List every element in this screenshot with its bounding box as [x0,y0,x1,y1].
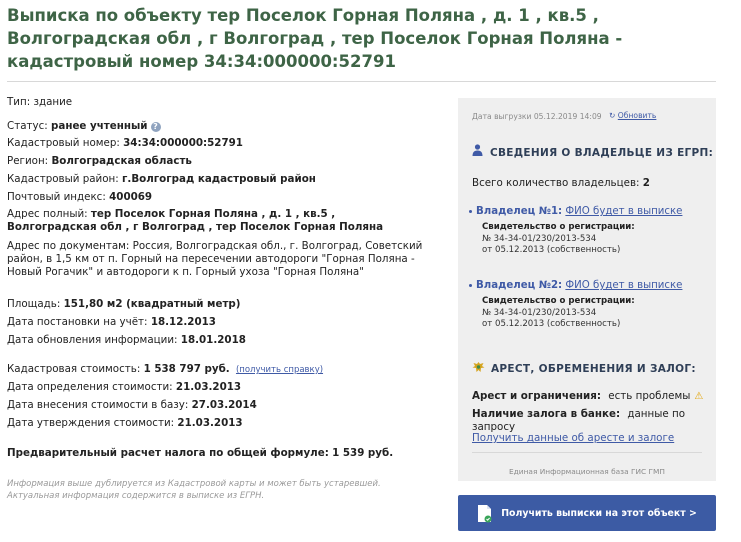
type-value: здание [33,96,73,108]
reg-label: Свидетельство о регистрации: [482,222,635,232]
tax-row: Предварительный расчет налога по общей ф… [7,447,445,460]
cadnum-value: 34:34:000000:52791 [123,137,243,149]
tax-value: 1 539 руб. [332,447,394,459]
cost-row: Кадастровая стоимость: 1 538 797 руб. (п… [7,363,445,377]
arrest-heading: АРЕСТ, ОБРЕМЕНЕНИЯ И ЗАЛОГ: [472,361,696,375]
status-label: Статус: [7,120,48,132]
cta-label: Получить выписки на этот объект > [501,507,697,519]
address-full-row: Адрес полный: тер Поселок Горная Поляна … [7,208,407,234]
person-icon [472,144,484,159]
owners-count: Всего количество владельцев: 2 [472,177,650,190]
export-date: Дата выгрузки 05.12.2019 14:09 [472,112,602,121]
updated-value: 18.01.2018 [180,334,246,346]
arrest-label: Арест и ограничения: [472,390,601,402]
owner-registration: Свидетельство о регистрации: № 34-34-01/… [482,296,711,331]
address-docs-label: Адрес по документам: [7,240,130,252]
cost-appr-label: Дата утверждения стоимости: [7,417,175,429]
region-row: Регион: Волгоградская область [7,155,445,168]
owner-head: Владелец №2: ФИО будет в выписке [476,279,711,292]
owners-heading: СВЕДЕНИЯ О ВЛАДЕЛЬЦЕ ИЗ ЕГРП: [472,144,713,159]
refresh-button[interactable]: ↻ Обновить [609,111,656,120]
region-label: Регион: [7,155,49,167]
type-row: Тип: здание [7,96,445,109]
type-label: Тип: [7,96,31,108]
reg-number: № 34-34-01/230/2013-534 [482,233,597,244]
cost-det-value: 21.03.2013 [175,381,242,393]
postcode-row: Почтовый индекс: 400069 [7,191,445,204]
arrest-data-link[interactable]: Получить данные об аресте и залоге [472,432,674,444]
district-value: г.Волгоград кадастровый район [122,173,316,185]
cost-det-label: Дата определения стоимости: [7,381,173,393]
cost-label: Кадастровая стоимость: [7,363,141,375]
tax-label: Предварительный расчет налога по общей ф… [7,447,329,459]
address-full-label: Адрес полный: [7,208,88,220]
pledge-row: Наличие залога в банке: данные по запрос… [472,408,716,434]
cost-entry-label: Дата внесения стоимости в базу: [7,399,189,411]
owner-registration: Свидетельство о регистрации: № 34-34-01/… [482,222,711,257]
title-divider [7,81,716,82]
owner-label: Владелец №1: [476,206,563,217]
cost-entry-value: 27.03.2014 [191,399,257,411]
owners-heading-text: СВЕДЕНИЯ О ВЛАДЕЛЬЦЕ ИЗ ЕГРП: [490,147,714,159]
updated-row: Дата обновления информации: 18.01.2018 [7,334,445,347]
reg-label: Свидетельство о регистрации: [482,296,635,306]
owner-head: Владелец №1: ФИО будет в выписке [476,205,711,218]
cost-value: 1 538 797 руб. [143,363,230,375]
cost-appr-row: Дата утверждения стоимости: 21.03.2013 [7,417,445,430]
area-value: 151,80 м2 (квадратный метр) [63,298,241,310]
help-icon[interactable]: ? [150,122,161,132]
owner-panel: Дата выгрузки 05.12.2019 14:09 ↻ Обновит… [458,98,716,481]
disclaimer-note: Информация выше дублируется из Кадастров… [7,479,381,501]
emblem-icon [472,361,485,373]
panel-divider [472,452,702,453]
warning-icon: ⚠ [694,391,704,402]
get-statements-button[interactable]: Получить выписки на этот объект > [458,495,716,531]
refresh-label: Обновить [617,111,657,120]
cost-entry-row: Дата внесения стоимости в базу: 27.03.20… [7,399,445,412]
status-value: ранее учтенный [51,120,148,132]
region-value: Волгоградская область [51,155,192,167]
district-label: Кадастровый район: [7,173,119,185]
area-label: Площадь: [7,298,61,310]
postcode-value: 400069 [109,191,153,203]
registered-value: 18.12.2013 [150,316,216,328]
arrest-value: есть проблемы [608,390,691,402]
owner-name-link[interactable]: ФИО будет в выписке [565,280,682,291]
pledge-label: Наличие залога в банке: [472,408,621,420]
owners-count-label: Всего количество владельцев: [472,177,640,189]
arrest-row: Арест и ограничения: есть проблемы ⚠ [472,390,703,403]
cadnum-label: Кадастровый номер: [7,137,120,149]
owner-item: Владелец №1: ФИО будет в выписке Свидете… [469,205,711,257]
get-certificate-link[interactable]: (получить справку) [236,365,323,375]
district-row: Кадастровый район: г.Волгоград кадастров… [7,173,445,186]
address-docs-row: Адрес по документам: Россия, Волгоградск… [7,240,435,279]
postcode-label: Почтовый индекс: [7,191,106,203]
bullet-dot [469,210,472,213]
cost-appr-value: 21.03.2013 [177,417,243,429]
updated-label: Дата обновления информации: [7,334,178,346]
cadnum-row: Кадастровый номер: 34:34:000000:52791 [7,137,445,150]
arrest-heading-text: АРЕСТ, ОБРЕМЕНЕНИЯ И ЗАЛОГ: [491,363,696,375]
panel-footer: Единая Информационная база ГИС ГМП [509,467,665,476]
reg-number: № 34-34-01/230/2013-534 [482,307,597,318]
page-title: Выписка по объекту тер Поселок Горная По… [7,6,623,71]
bullet-dot [469,284,472,287]
refresh-icon: ↻ [609,111,616,120]
cost-det-row: Дата определения стоимости: 21.03.2013 [7,381,445,394]
owner-label: Владелец №2: [476,280,563,291]
owner-item: Владелец №2: ФИО будет в выписке Свидете… [469,279,711,331]
registered-label: Дата постановки на учёт: [7,316,148,328]
owner-name-link[interactable]: ФИО будет в выписке [565,206,682,217]
reg-date: от 05.12.2013 (собственность) [482,319,621,329]
reg-date: от 05.12.2013 (собственность) [482,245,621,255]
registered-row: Дата постановки на учёт: 18.12.2013 [7,316,445,329]
status-row: Статус: ранее учтенный? [7,120,445,133]
owners-count-value: 2 [642,177,650,189]
document-icon [477,504,492,523]
area-row: Площадь: 151,80 м2 (квадратный метр) [7,298,445,311]
